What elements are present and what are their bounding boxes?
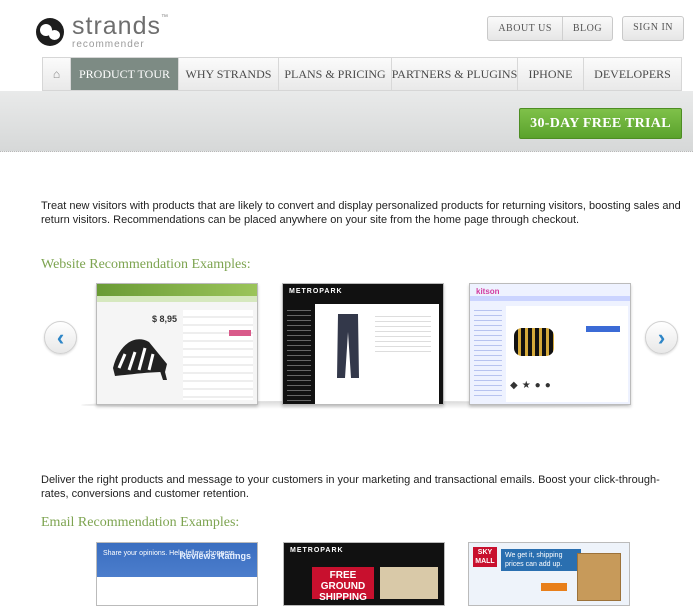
nav-iphone[interactable]: IPHONE bbox=[518, 58, 584, 90]
nav-developers[interactable]: DEVELOPERS bbox=[584, 58, 681, 90]
email-section-title: Email Recommendation Examples: bbox=[41, 515, 240, 530]
recommended-items: ◆★●● bbox=[510, 380, 555, 391]
thumb-sidebar bbox=[474, 306, 502, 396]
logo-trademark: ™ bbox=[160, 14, 169, 21]
thumb-header bbox=[97, 284, 257, 296]
add-to-cart-button bbox=[229, 330, 251, 336]
nav-why-strands[interactable]: WHY STRANDS bbox=[179, 58, 279, 90]
jeans-image bbox=[337, 314, 359, 378]
sign-in-group: SIGN IN bbox=[622, 16, 684, 41]
free-trial-button[interactable]: 30-DAY FREE TRIAL bbox=[519, 108, 682, 139]
logo-wordmark: strands™ bbox=[72, 14, 169, 39]
nav-home[interactable]: ⌂ bbox=[43, 58, 71, 90]
carousel-prev-button[interactable]: ‹ bbox=[44, 321, 77, 354]
shipping-box-image bbox=[577, 553, 621, 601]
reviews-badge: Reviews Ratings bbox=[179, 551, 251, 561]
gift-card-image bbox=[380, 567, 438, 599]
metropark-brand: METROPARK bbox=[290, 547, 344, 554]
email-thumb-metropark[interactable]: METROPARK FREE GROUND SHIPPING bbox=[283, 542, 445, 606]
nav-product-tour[interactable]: PRODUCT TOUR bbox=[71, 58, 179, 90]
email-thumb-skymall[interactable]: SKY MALL We get it, shipping prices can … bbox=[468, 542, 630, 606]
nav-partners-plugins[interactable]: PARTNERS & PLUGINS bbox=[392, 58, 518, 90]
chevron-right-icon: › bbox=[657, 324, 666, 350]
logo-name: strands bbox=[72, 12, 161, 40]
home-icon: ⌂ bbox=[52, 66, 61, 81]
website-intro: Treat new visitors with products that ar… bbox=[41, 200, 681, 226]
strands-logo[interactable]: strands™ recommender bbox=[36, 14, 169, 50]
thumb-sidebar bbox=[183, 310, 253, 400]
kitson-brand: kitson bbox=[476, 287, 500, 296]
website-carousel: ‹ › $ 8,95 METROPARK kitson ◆★●● bbox=[43, 283, 683, 409]
carousel-next-button[interactable]: › bbox=[645, 321, 678, 354]
email-cta-button bbox=[541, 583, 567, 591]
buy-button bbox=[586, 326, 620, 332]
chevron-left-icon: ‹ bbox=[56, 324, 65, 350]
about-us-link[interactable]: ABOUT US bbox=[488, 17, 563, 40]
email-intro: Deliver the right products and message t… bbox=[41, 474, 660, 500]
strands-logo-icon bbox=[36, 18, 64, 46]
shoe-image bbox=[113, 339, 167, 380]
example-thumb-kitson[interactable]: kitson ◆★●● bbox=[469, 283, 631, 405]
main-nav: ⌂ PRODUCT TOUR WHY STRANDS PLANS & PRICI… bbox=[42, 57, 682, 91]
thumb-bar bbox=[470, 296, 630, 301]
nav-plans-pricing[interactable]: PLANS & PRICING bbox=[279, 58, 392, 90]
free-shipping-banner: FREE GROUND SHIPPING bbox=[312, 567, 374, 603]
thumb-menu bbox=[287, 306, 311, 402]
blog-link[interactable]: BLOG bbox=[563, 17, 612, 40]
email-body bbox=[97, 577, 257, 605]
logo-text: strands™ recommender bbox=[72, 14, 169, 50]
bracelet-image bbox=[514, 328, 554, 356]
website-section-title: Website Recommendation Examples: bbox=[41, 257, 251, 272]
shipping-message: We get it, shipping prices can add up. bbox=[501, 549, 581, 571]
sign-in-button[interactable]: SIGN IN bbox=[623, 16, 683, 39]
product-price: $ 8,95 bbox=[152, 314, 178, 324]
logo-subtitle: recommender bbox=[72, 39, 145, 50]
top-link-group: ABOUT US BLOG bbox=[487, 16, 614, 41]
top-links: ABOUT US BLOG SIGN IN bbox=[487, 16, 684, 41]
example-thumb-metropark[interactable]: METROPARK bbox=[282, 283, 444, 405]
thumb-subheader bbox=[97, 296, 257, 302]
email-thumb-reviews[interactable]: Share your opinions. Help fellow shopper… bbox=[96, 542, 258, 606]
product-info bbox=[375, 312, 431, 352]
example-thumb-shoe[interactable]: $ 8,95 bbox=[96, 283, 258, 405]
metropark-brand: METROPARK bbox=[289, 288, 343, 295]
skymall-logo: SKY MALL bbox=[473, 547, 497, 567]
